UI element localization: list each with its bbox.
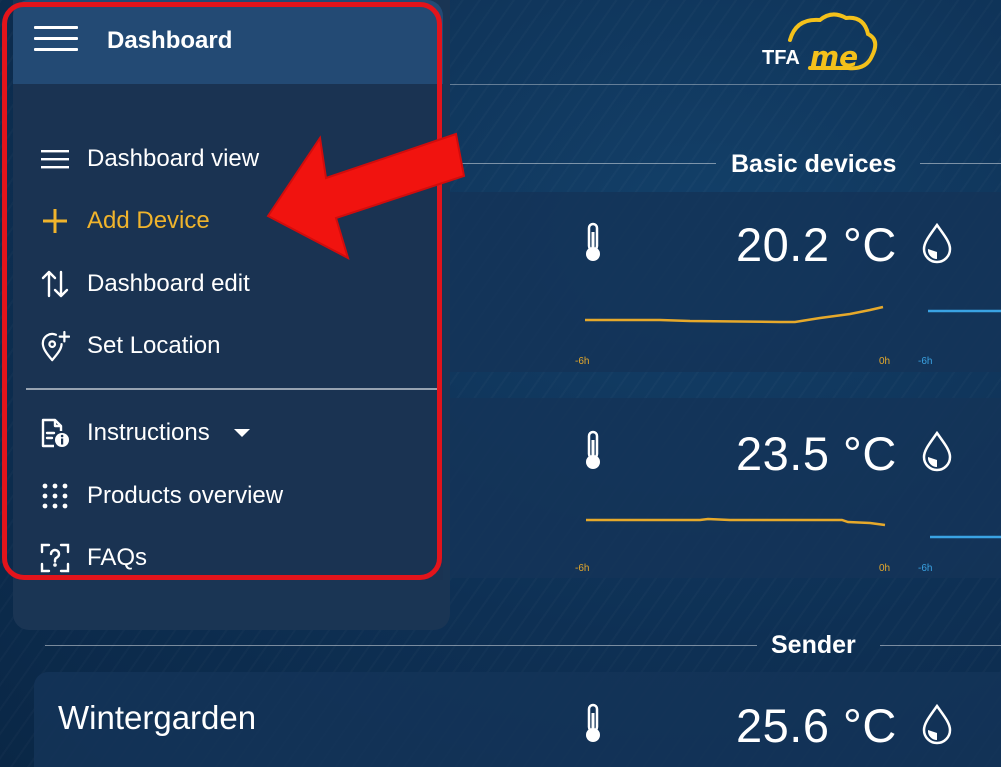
thermometer-icon [586, 703, 600, 742]
menu-divider [26, 388, 438, 390]
menu-item-instructions[interactable]: Instructions [40, 413, 250, 453]
menu-item-faqs[interactable]: FAQs [40, 538, 147, 578]
device-name: Wintergarden [58, 699, 257, 736]
chart-tick-start: -6h [575, 563, 590, 574]
humidity-drop-icon [922, 703, 952, 745]
menu-item-dashboard-view[interactable]: Dashboard view [40, 139, 259, 179]
section-divider-right [920, 163, 1001, 164]
menu-item-label: FAQs [87, 544, 148, 571]
menu-item-add-device[interactable]: Add Device [40, 201, 210, 241]
question-frame-icon [40, 543, 70, 573]
sort-arrows-icon [40, 269, 70, 299]
humidity-drop-icon [922, 222, 952, 264]
logo-me-text: me [810, 40, 858, 73]
device-card[interactable] [450, 192, 1001, 372]
temperature-value: 25.6 °C [736, 699, 897, 752]
chart-tick-end: 0h [879, 563, 891, 574]
menu-title: Dashboard [107, 27, 233, 54]
menu-item-label: Set Location [87, 332, 221, 359]
menu-item-label: Instructions [87, 419, 210, 446]
document-info-icon [40, 418, 70, 448]
device-card[interactable] [450, 398, 1001, 578]
red-arrow-annotation [266, 132, 466, 260]
hamburger-menu-icon[interactable] [34, 18, 78, 59]
temperature-sparkline [586, 517, 1001, 539]
header-divider [450, 84, 1001, 85]
chart-tick-start: -6h [575, 356, 590, 367]
section-divider-left [450, 163, 716, 164]
section-divider-left [45, 645, 757, 646]
section-divider-right [880, 645, 1001, 646]
menu-item-set-location[interactable]: Set Location [40, 326, 220, 366]
chart-tick-end: 0h [879, 356, 891, 367]
menu-item-label: Add Device [87, 207, 210, 234]
menu-item-products-overview[interactable]: Products overview [40, 476, 283, 516]
grid-dots-icon [40, 481, 70, 511]
chart-tick-next: -6h [918, 356, 933, 367]
menu-item-label: Dashboard view [87, 145, 260, 172]
chevron-down-icon[interactable] [233, 429, 250, 437]
temperature-value: 23.5 °C [736, 427, 897, 480]
tfa-me-logo: TFA me [762, 12, 878, 73]
temperature-value: 20.2 °C [736, 218, 897, 271]
plus-icon [40, 206, 70, 236]
humidity-drop-icon [922, 430, 952, 472]
logo-tfa-text: TFA [762, 47, 800, 69]
section-title-sender: Sender [771, 631, 856, 659]
menu-item-label: Products overview [87, 482, 284, 509]
section-title-basic-devices: Basic devices [731, 150, 897, 178]
menu-item-dashboard-edit[interactable]: Dashboard edit [40, 264, 250, 304]
add-location-icon [40, 330, 70, 362]
thermometer-icon [586, 222, 600, 261]
thermometer-icon [586, 430, 600, 469]
chart-tick-next: -6h [918, 563, 933, 574]
list-icon [40, 144, 70, 174]
menu-item-label: Dashboard edit [87, 270, 250, 297]
temperature-sparkline [585, 305, 1001, 324]
